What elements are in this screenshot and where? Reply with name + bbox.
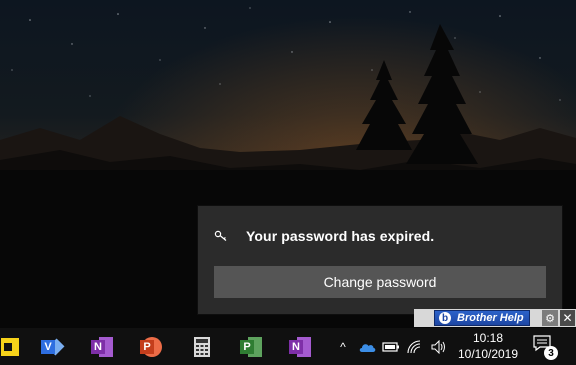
key-icon: [214, 230, 227, 241]
project-icon: P: [240, 336, 262, 357]
battery-icon[interactable]: [382, 338, 400, 356]
volume-icon[interactable]: [430, 338, 448, 356]
wifi-icon[interactable]: [406, 338, 424, 356]
toast-message: Your password has expired.: [246, 228, 435, 244]
show-hidden-icons-chevron-icon[interactable]: ^: [334, 338, 352, 356]
powerpoint-icon: P: [140, 336, 162, 357]
helpbar-settings-icon[interactable]: ⚙: [542, 310, 558, 326]
change-password-button[interactable]: Change password: [214, 266, 546, 298]
brother-help-label: Brother Help: [457, 312, 524, 324]
action-center-button[interactable]: 3: [532, 334, 560, 360]
brother-logo-icon: b: [439, 312, 451, 324]
taskbar-app-calculator[interactable]: [182, 328, 222, 365]
calculator-icon: [194, 336, 210, 357]
visio-icon: V: [41, 337, 65, 357]
clock-time: 10:18: [472, 331, 504, 345]
clock-date: 10/10/2019: [457, 347, 519, 361]
onenote-2016-icon: N: [289, 336, 311, 357]
brother-help-bar: b Brother Help ⚙ ✕: [414, 309, 576, 327]
taskbar: V N P P N ^ 10:18 10/10/2019 3: [0, 328, 576, 365]
onedrive-cloud-icon[interactable]: [358, 338, 376, 356]
password-expired-toast: Your password has expired. Change passwo…: [198, 206, 562, 314]
taskbar-app-sticky-notes[interactable]: [0, 328, 30, 365]
taskbar-app-powerpoint[interactable]: P: [131, 328, 171, 365]
brother-help-button[interactable]: b Brother Help: [434, 310, 530, 326]
onenote-icon: N: [91, 336, 113, 357]
helpbar-close-icon[interactable]: ✕: [560, 310, 575, 326]
notification-count-badge: 3: [544, 346, 558, 360]
taskbar-app-onenote[interactable]: N: [82, 328, 122, 365]
sticky-notes-icon: [1, 337, 19, 356]
taskbar-app-project[interactable]: P: [231, 328, 271, 365]
taskbar-app-onenote-2016[interactable]: N: [280, 328, 320, 365]
taskbar-app-visio[interactable]: V: [32, 328, 72, 365]
system-clock[interactable]: 10:18 10/10/2019: [452, 330, 524, 362]
